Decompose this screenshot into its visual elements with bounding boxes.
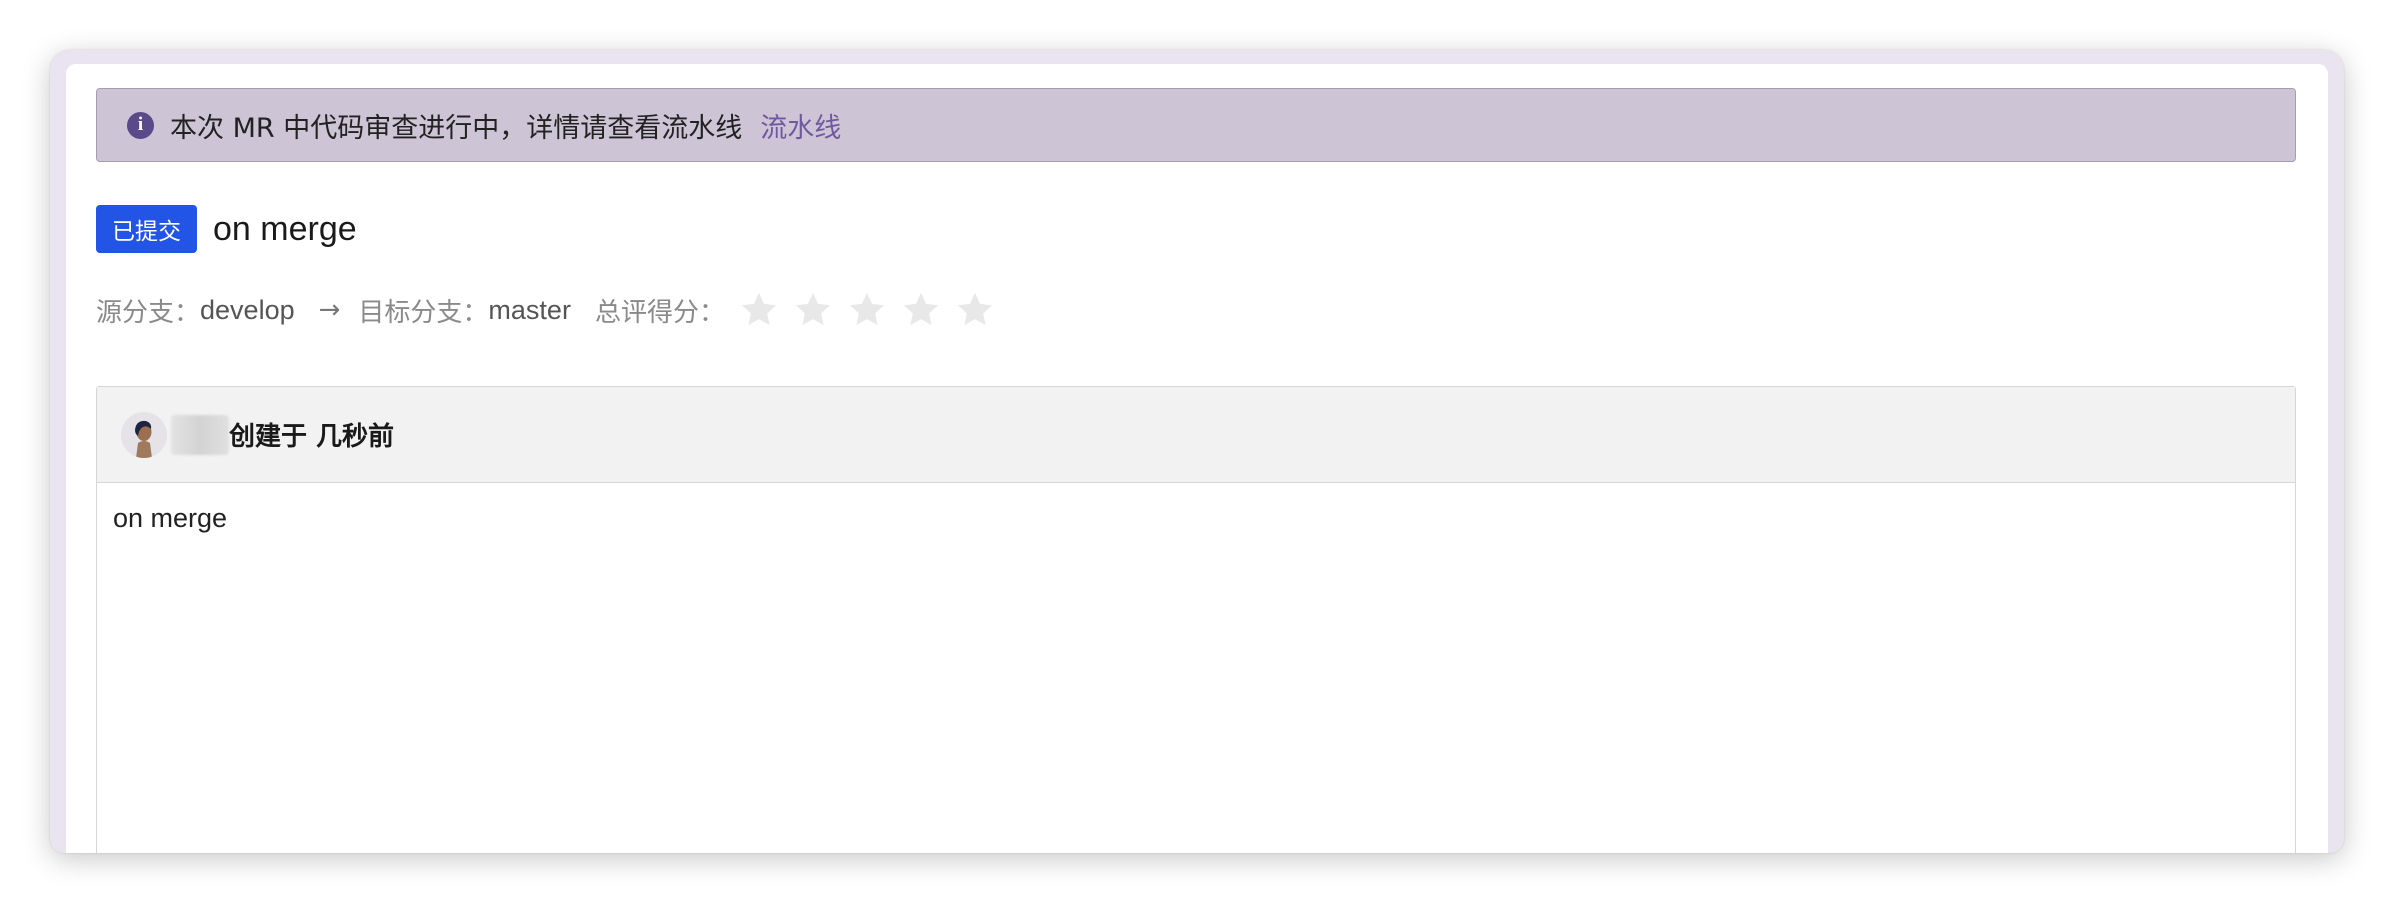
rating-label: 总评得分： [594,297,725,328]
merge-request-panel: i 本次 MR 中代码审查进行中，详情请查看流水线 流水线 已提交 on mer… [66,64,2328,853]
author-name-redacted [171,414,229,455]
app-window: i 本次 MR 中代码审查进行中，详情请查看流水线 流水线 已提交 on mer… [50,50,2344,853]
star-rating[interactable] [739,290,1009,330]
star-icon[interactable] [739,290,779,330]
source-branch-label: 源分支： [96,297,201,328]
status-badge: 已提交 [96,205,197,253]
star-icon[interactable] [847,290,887,330]
target-branch-label: 目标分支： [358,297,489,328]
review-status-alert: i 本次 MR 中代码审查进行中，详情请查看流水线 流水线 [96,88,2296,162]
avatar-icon [121,411,167,458]
description-card: 创建于 几秒前 on merge [96,386,2296,853]
avatar[interactable] [121,411,167,458]
star-icon[interactable] [955,290,995,330]
description-card-header: 创建于 几秒前 [97,387,2295,483]
info-icon: i [127,111,154,139]
title-row: 已提交 on merge [96,205,357,253]
created-time: 创建于 几秒前 [229,422,395,452]
target-branch-value: master [488,294,571,325]
star-icon[interactable] [793,290,833,330]
description-body: on merge [113,503,228,533]
alert-message: 本次 MR 中代码审查进行中，详情请查看流水线 [170,112,743,144]
source-branch-value: develop [200,294,295,325]
page-title: on merge [213,209,357,248]
pipeline-link[interactable]: 流水线 [760,106,841,145]
branch-info-row: 源分支： develop → 目标分支： master 总评得分： [96,286,1009,334]
star-icon[interactable] [901,290,941,330]
arrow-right-icon: → [318,295,341,325]
